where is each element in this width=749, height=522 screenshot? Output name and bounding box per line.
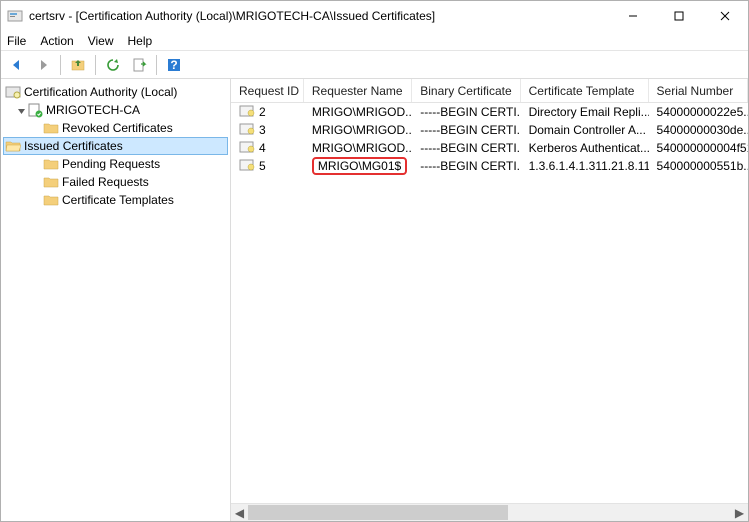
cell-binary: -----BEGIN CERTI...	[412, 123, 520, 137]
scroll-left-icon[interactable]: ◀	[231, 504, 248, 521]
rows-container: 2MRIGO\MRIGOD...-----BEGIN CERTI...Direc…	[231, 103, 748, 503]
cell-request-id: 5	[231, 158, 304, 175]
back-button[interactable]	[5, 53, 29, 77]
toolbar-separator	[156, 55, 157, 75]
tree-failed-label: Failed Requests	[62, 175, 149, 189]
certificate-icon	[239, 140, 255, 157]
cell-requester: MRIGO\MG01$	[304, 157, 412, 175]
folder-open-icon	[5, 138, 21, 154]
menu-view[interactable]: View	[88, 34, 114, 48]
scroll-track[interactable]	[248, 504, 731, 521]
tree-pending-label: Pending Requests	[62, 157, 160, 171]
list-pane: Request ID Requester Name Binary Certifi…	[231, 79, 748, 521]
tree-issued[interactable]: Issued Certificates	[3, 137, 228, 155]
toolbar-separator	[95, 55, 96, 75]
menu-help[interactable]: Help	[128, 34, 153, 48]
cell-serial: 540000000004f51...	[649, 141, 748, 155]
certificate-icon	[239, 104, 255, 121]
tree-issued-label: Issued Certificates	[24, 139, 123, 153]
folder-icon	[43, 156, 59, 172]
window-controls	[610, 1, 748, 31]
table-row[interactable]: 5 MRIGO\MG01$ -----BEGIN CERTI...1.3.6.1.4…	[231, 157, 748, 175]
maximize-button[interactable]	[656, 1, 702, 31]
close-button[interactable]	[702, 1, 748, 31]
certificate-icon	[239, 158, 255, 175]
highlighted-requester: MRIGO\MG01$	[312, 157, 407, 175]
scroll-thumb[interactable]	[248, 505, 508, 520]
cell-requester: MRIGO\MRIGOD...	[304, 141, 412, 155]
cell-serial: 54000000022e5...	[649, 105, 748, 119]
help-button[interactable]: ?	[162, 53, 186, 77]
ca-icon	[27, 102, 43, 118]
tree-pending[interactable]: Pending Requests	[3, 155, 228, 173]
app-icon	[7, 8, 23, 24]
tree-revoked[interactable]: Revoked Certificates	[3, 119, 228, 137]
scroll-right-icon[interactable]: ▶	[731, 504, 748, 521]
cert-authority-icon	[5, 84, 21, 100]
forward-button[interactable]	[31, 53, 55, 77]
cell-template: Kerberos Authenticat...	[521, 141, 649, 155]
minimize-button[interactable]	[610, 1, 656, 31]
svg-text:?: ?	[170, 58, 177, 72]
up-button[interactable]	[66, 53, 90, 77]
tree-ca-label: MRIGOTECH-CA	[46, 103, 140, 117]
table-row[interactable]: 2MRIGO\MRIGOD...-----BEGIN CERTI...Direc…	[231, 103, 748, 121]
cell-requester: MRIGO\MRIGOD...	[304, 105, 412, 119]
tree-failed[interactable]: Failed Requests	[3, 173, 228, 191]
cell-request-id: 2	[231, 104, 304, 121]
cell-serial: 540000000551b...	[649, 159, 748, 173]
toolbar-separator	[60, 55, 61, 75]
cell-template: 1.3.6.1.4.1.311.21.8.11...	[521, 159, 649, 173]
cell-template: Directory Email Repli...	[521, 105, 649, 119]
app-window: certsrv - [Certification Authority (Loca…	[0, 0, 749, 522]
cell-binary: -----BEGIN CERTI...	[412, 105, 520, 119]
folder-icon	[43, 174, 59, 190]
cell-serial: 54000000030de...	[649, 123, 748, 137]
menu-bar: File Action View Help	[1, 31, 748, 51]
cell-binary: -----BEGIN CERTI...	[412, 141, 520, 155]
cell-template: Domain Controller A...	[521, 123, 649, 137]
tree-pane[interactable]: Certification Authority (Local) MRIGOTEC…	[1, 79, 231, 521]
tree-revoked-label: Revoked Certificates	[62, 121, 173, 135]
menu-action[interactable]: Action	[40, 34, 73, 48]
tree-templates[interactable]: Certificate Templates	[3, 191, 228, 209]
refresh-button[interactable]	[101, 53, 125, 77]
certificate-icon	[239, 122, 255, 139]
menu-file[interactable]: File	[7, 34, 26, 48]
tree-templates-label: Certificate Templates	[62, 193, 174, 207]
tree-root[interactable]: Certification Authority (Local)	[3, 83, 228, 101]
table-row[interactable]: 3MRIGO\MRIGOD...-----BEGIN CERTI...Domai…	[231, 121, 748, 139]
column-serial-number[interactable]: Serial Number	[649, 79, 749, 102]
tree-root-label: Certification Authority (Local)	[24, 85, 177, 99]
body-split: Certification Authority (Local) MRIGOTEC…	[1, 79, 748, 521]
title-bar: certsrv - [Certification Authority (Loca…	[1, 1, 748, 31]
cell-requester: MRIGO\MRIGOD...	[304, 123, 412, 137]
export-list-button[interactable]	[127, 53, 151, 77]
column-request-id[interactable]: Request ID	[231, 79, 304, 102]
folder-icon	[43, 120, 59, 136]
horizontal-scrollbar[interactable]: ◀ ▶	[231, 503, 748, 521]
cell-binary: -----BEGIN CERTI...	[412, 159, 520, 173]
cell-request-id: 3	[231, 122, 304, 139]
column-requester-name[interactable]: Requester Name	[304, 79, 412, 102]
column-binary-certificate[interactable]: Binary Certificate	[412, 79, 520, 102]
column-headers: Request ID Requester Name Binary Certifi…	[231, 79, 748, 103]
collapse-icon[interactable]	[15, 106, 27, 115]
folder-icon	[43, 192, 59, 208]
window-title: certsrv - [Certification Authority (Loca…	[29, 9, 610, 23]
cell-request-id: 4	[231, 140, 304, 157]
toolbar: ?	[1, 51, 748, 79]
table-row[interactable]: 4MRIGO\MRIGOD...-----BEGIN CERTI...Kerbe…	[231, 139, 748, 157]
column-certificate-template[interactable]: Certificate Template	[521, 79, 649, 102]
tree-ca[interactable]: MRIGOTECH-CA	[3, 101, 228, 119]
